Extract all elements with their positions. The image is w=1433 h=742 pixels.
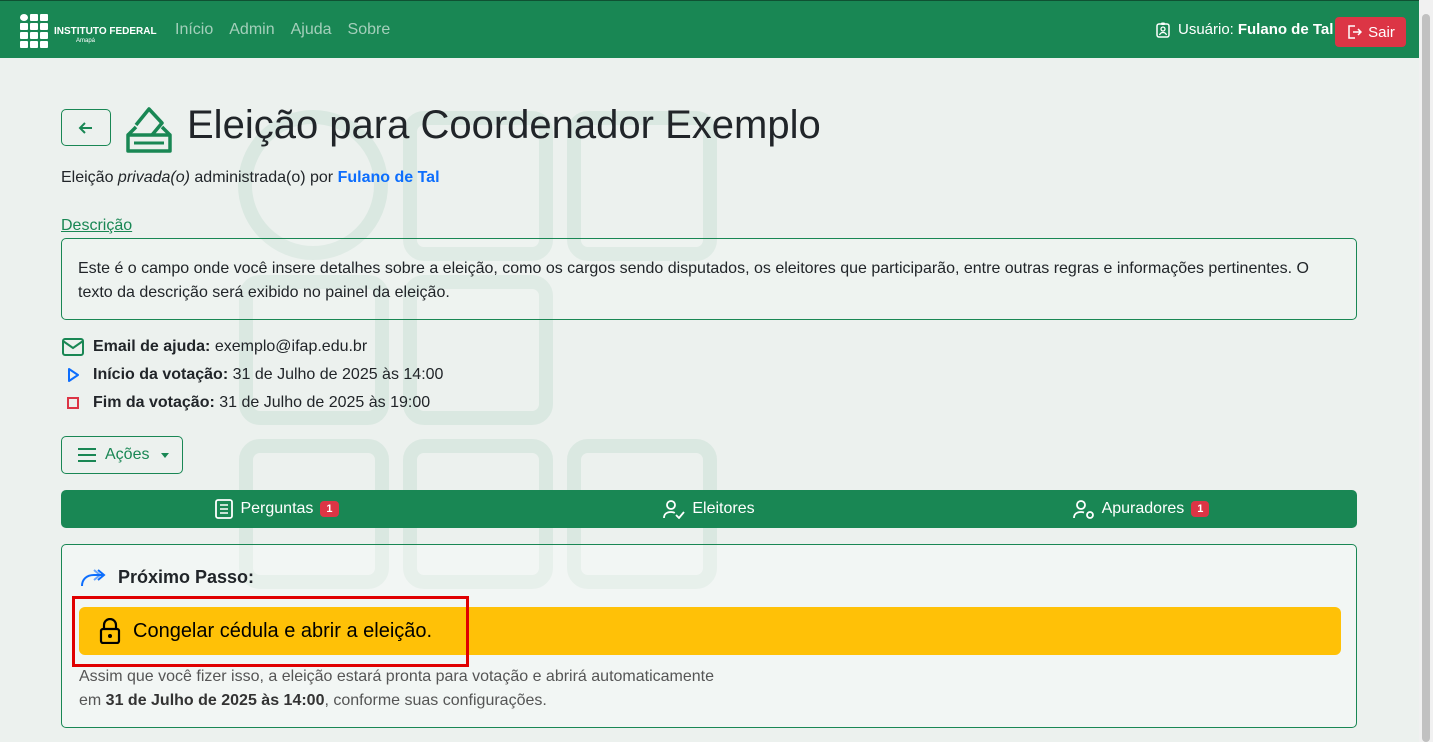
- subline-prefix: Eleição: [61, 169, 118, 186]
- user-check-icon: [663, 500, 686, 519]
- email-value: exemplo@ifap.edu.br: [214, 338, 368, 355]
- nav-link-admin[interactable]: Admin: [229, 21, 274, 39]
- next-step-card: Próximo Passo: Congelar cédula e abrir a…: [61, 544, 1357, 728]
- page-title: Eleição para Coordenador Exemplo: [187, 103, 821, 147]
- start-label: Início da votação:: [93, 366, 229, 383]
- start-date-row: Início da votação: 31 de Julho de 2025 à…: [61, 366, 443, 384]
- perguntas-count-badge: 1: [320, 501, 339, 517]
- page-scrollbar[interactable]: [1419, 0, 1433, 742]
- ballot-box-icon: [126, 107, 172, 153]
- logo-subtext: Amapá: [76, 37, 96, 44]
- end-label: Fim da votação:: [93, 394, 215, 411]
- email-label: Email de ajuda:: [93, 338, 211, 355]
- tab-apuradores-label: Apuradores: [1101, 500, 1185, 517]
- back-button[interactable]: [61, 109, 111, 146]
- play-icon: [68, 368, 79, 382]
- user-info: Usuário: Fulano de Tal: [1155, 21, 1333, 38]
- forward-arrows-icon: [81, 568, 106, 586]
- logout-button[interactable]: Sair: [1335, 17, 1406, 47]
- election-type: privada(o): [117, 169, 190, 186]
- user-gear-icon: [1072, 500, 1094, 519]
- admin-link[interactable]: Fulano de Tal: [338, 169, 440, 186]
- end-value: 31 de Julho de 2025 às 19:00: [219, 394, 431, 411]
- apuradores-count-badge: 1: [1191, 501, 1210, 517]
- actions-dropdown[interactable]: Ações: [61, 436, 183, 474]
- stop-icon: [67, 397, 79, 409]
- election-tabs: Perguntas 1 Eleitores Apuradores 1: [61, 490, 1357, 528]
- note-suffix: , conforme suas configurações.: [324, 692, 547, 709]
- help-email-row: Email de ajuda: exemplo@ifap.edu.br: [61, 338, 367, 356]
- description-link[interactable]: Descrição: [61, 217, 132, 235]
- tab-perguntas-label: Perguntas: [240, 500, 314, 517]
- top-navbar: INSTITUTO FEDERAL Amapá Início Admin Aju…: [0, 0, 1419, 58]
- nav-link-ajuda[interactable]: Ajuda: [291, 21, 332, 39]
- description-text: Este é o campo onde você insere detalhes…: [78, 260, 1309, 301]
- tab-eleitores-label: Eleitores: [692, 500, 755, 517]
- document-list-icon: [215, 499, 234, 519]
- actions-label: Ações: [105, 446, 150, 463]
- end-date-row: Fim da votação: 31 de Julho de 2025 às 1…: [61, 394, 430, 412]
- user-label: Usuário:: [1178, 21, 1234, 38]
- tab-eleitores[interactable]: Eleitores: [493, 490, 925, 528]
- note-prefix: em: [79, 692, 106, 709]
- scrollbar-thumb[interactable]: [1422, 14, 1430, 742]
- logout-icon: [1348, 25, 1363, 39]
- logo-text: INSTITUTO FEDERAL: [54, 25, 157, 37]
- tab-apuradores[interactable]: Apuradores 1: [925, 490, 1357, 528]
- next-step-heading: Próximo Passo:: [80, 567, 254, 588]
- next-step-note: Assim que você fizer isso, a eleição est…: [79, 665, 714, 713]
- nav-link-sobre[interactable]: Sobre: [348, 21, 391, 39]
- next-step-title: Próximo Passo:: [118, 567, 255, 587]
- user-name: Fulano de Tal: [1237, 21, 1334, 38]
- envelope-icon: [62, 338, 84, 356]
- election-subline: Eleição privada(o) administrada(o) por F…: [61, 169, 440, 187]
- menu-icon: [78, 448, 96, 462]
- nav-link-inicio[interactable]: Início: [175, 21, 213, 39]
- description-box: Este é o campo onde você insere detalhes…: [61, 238, 1357, 320]
- institute-logo[interactable]: INSTITUTO FEDERAL Amapá: [20, 14, 157, 48]
- note-date: 31 de Julho de 2025 às 14:00: [105, 692, 325, 709]
- logout-label: Sair: [1368, 23, 1395, 41]
- arrow-left-icon: [78, 121, 92, 134]
- highlight-box: [72, 596, 469, 667]
- main-nav: Início Admin Ajuda Sobre: [175, 21, 390, 39]
- start-value: 31 de Julho de 2025 às 14:00: [232, 366, 444, 383]
- subline-middle: administrada(o) por: [189, 169, 338, 186]
- caret-down-icon: [161, 452, 170, 458]
- logo-grid-icon: [20, 14, 48, 48]
- tab-perguntas[interactable]: Perguntas 1: [61, 490, 493, 528]
- note-line1: Assim que você fizer isso, a eleição est…: [79, 668, 714, 685]
- user-badge-icon: [1156, 22, 1170, 38]
